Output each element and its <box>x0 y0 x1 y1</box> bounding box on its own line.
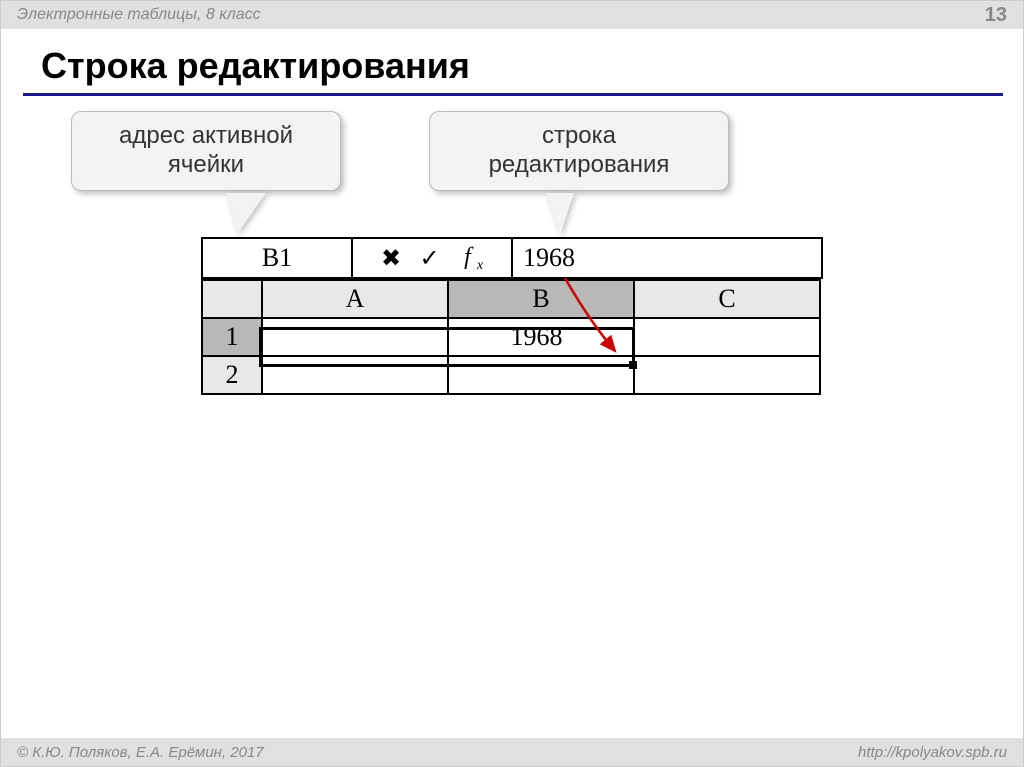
cell-c1[interactable] <box>634 318 820 356</box>
page-number: 13 <box>985 4 1007 27</box>
col-header-a[interactable]: A <box>262 280 448 318</box>
cell-b1[interactable]: 1968 <box>448 318 634 356</box>
footer-bar: © К.Ю. Поляков, Е.А. Ерёмин, 2017 http:/… <box>1 738 1023 766</box>
formula-bar: B1 ✖ ✓ fx 1968 <box>201 237 823 279</box>
callout-editline-tail <box>546 193 574 235</box>
cell-c2[interactable] <box>634 356 820 394</box>
footer-url: http://kpolyakov.spb.ru <box>858 744 1007 761</box>
cell-b2[interactable] <box>448 356 634 394</box>
callout-address: адрес активной ячейки <box>71 111 341 191</box>
formula-bar-buttons: ✖ ✓ fx <box>352 238 512 278</box>
cell-a1[interactable] <box>262 318 448 356</box>
cancel-icon[interactable]: ✖ <box>381 244 401 273</box>
select-all-corner[interactable] <box>202 280 262 318</box>
footer-copyright: © К.Ю. Поляков, Е.А. Ерёмин, 2017 <box>17 744 264 761</box>
grid-table: A B C 1 1968 2 <box>201 279 821 395</box>
col-header-b[interactable]: B <box>448 280 634 318</box>
spreadsheet-mock: B1 ✖ ✓ fx 1968 A B C 1 1968 <box>201 237 823 395</box>
header-subject: Электронные таблицы, 8 класс <box>17 6 261 24</box>
row-header-1[interactable]: 1 <box>202 318 262 356</box>
callout-editline: строка редактирования <box>429 111 729 191</box>
accept-icon[interactable]: ✓ <box>420 244 440 273</box>
callout-address-tail <box>226 193 266 233</box>
header-bar: Электронные таблицы, 8 класс 13 <box>1 1 1023 29</box>
fill-handle[interactable] <box>629 361 637 369</box>
name-box[interactable]: B1 <box>202 238 352 278</box>
slide: Электронные таблицы, 8 класс 13 Строка р… <box>0 0 1024 767</box>
col-header-c[interactable]: C <box>634 280 820 318</box>
slide-title: Строка редактирования <box>41 45 470 87</box>
cell-a2[interactable] <box>262 356 448 394</box>
title-underline <box>23 93 1003 96</box>
row-header-2[interactable]: 2 <box>202 356 262 394</box>
formula-edit-box[interactable]: 1968 <box>512 238 822 278</box>
fx-icon[interactable]: fx <box>458 243 483 274</box>
